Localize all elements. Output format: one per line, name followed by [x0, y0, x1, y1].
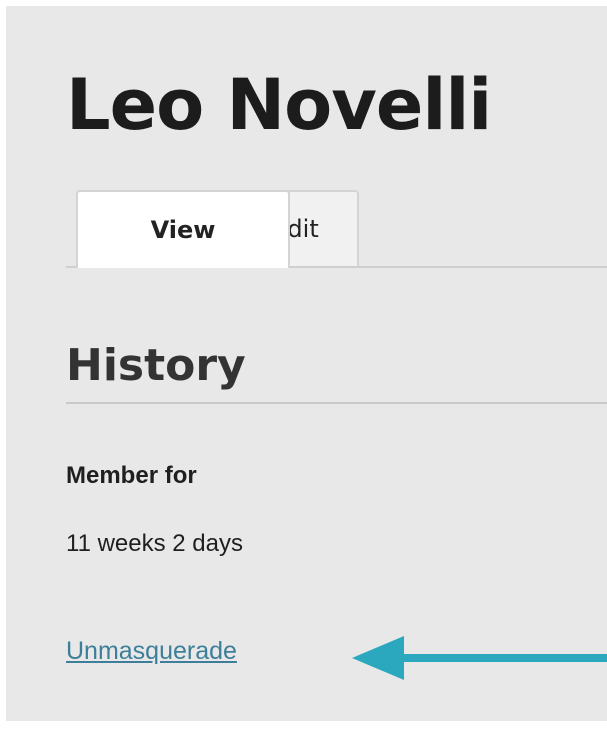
tab-view[interactable]: View — [76, 190, 290, 268]
member-for-label: Member for — [66, 462, 197, 489]
page-title: Leo Novelli — [66, 64, 492, 146]
history-heading: History — [66, 338, 607, 404]
member-for-value: 11 weeks 2 days — [66, 530, 243, 557]
tab-bar: View Edit — [66, 190, 607, 268]
unmasquerade-link[interactable]: Unmasquerade — [66, 637, 237, 666]
left-arrow-icon — [352, 636, 607, 680]
